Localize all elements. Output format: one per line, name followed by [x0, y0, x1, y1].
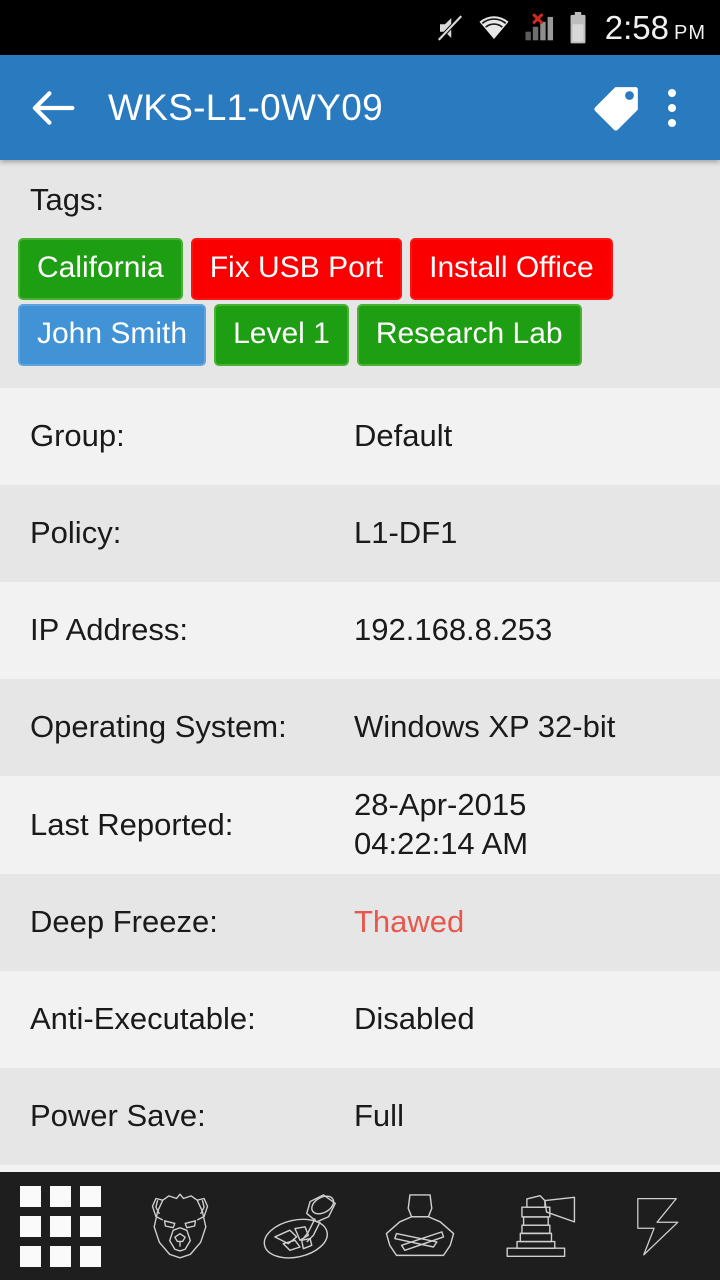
detail-label: IP Address:: [30, 612, 188, 648]
detail-row-deep-freeze[interactable]: Deep Freeze: Thawed: [0, 874, 720, 971]
wifi-icon: [478, 15, 510, 41]
detail-value: Full: [354, 1098, 404, 1134]
device-screen: 2:58 PM WKS-L1-0WY09 Tags: California Fi…: [0, 0, 720, 1280]
tag-chip[interactable]: Research Lab: [356, 304, 582, 366]
tag-chip[interactable]: Fix USB Port: [190, 238, 403, 300]
nav-apps-grid-button[interactable]: [0, 1172, 120, 1280]
tag-list: California Fix USB Port Install Office J…: [0, 238, 720, 366]
tag-chip[interactable]: Install Office: [410, 238, 613, 300]
detail-list: Group: Default Policy: L1-DF1 IP Address…: [0, 388, 720, 1165]
tag-chip[interactable]: California: [18, 238, 183, 300]
page-title: WKS-L1-0WY09: [108, 86, 384, 128]
tag-row: John Smith Level 1 Research Lab: [0, 304, 720, 366]
detail-label: Anti-Executable:: [30, 1001, 256, 1037]
mute-icon: [435, 13, 465, 43]
nav-core-button[interactable]: [120, 1172, 240, 1280]
tags-section: Tags: California Fix USB Port Install Of…: [0, 160, 720, 388]
overflow-dot-3: [668, 118, 676, 127]
detail-row-policy[interactable]: Policy: L1-DF1: [0, 485, 720, 582]
app-bar: WKS-L1-0WY09: [0, 55, 720, 160]
insight-lighthouse-icon: [506, 1194, 576, 1258]
detail-label: Deep Freeze:: [30, 904, 218, 940]
detail-label: Group:: [30, 418, 125, 454]
tag-button[interactable]: [586, 77, 648, 139]
nav-anti-executable-button[interactable]: [360, 1172, 480, 1280]
battery-icon: [568, 11, 588, 44]
back-arrow-icon: [32, 90, 75, 125]
tag-chip[interactable]: John Smith: [18, 304, 207, 366]
detail-row-ip-address[interactable]: IP Address: 192.168.8.253: [0, 582, 720, 679]
detail-value: Windows XP 32-bit: [354, 709, 616, 745]
status-bar-clock: 2:58 PM: [605, 9, 706, 47]
anti-executable-person-icon: [385, 1194, 455, 1257]
detail-value: 28-Apr-2015 04:22:14 AM: [354, 787, 529, 861]
nav-power-save-button[interactable]: [600, 1172, 720, 1280]
detail-label: Operating System:: [30, 709, 287, 745]
detail-value: L1-DF1: [354, 515, 458, 551]
detail-value: Default: [354, 418, 453, 454]
tags-label: Tags:: [30, 182, 105, 217]
bear-face-icon: [151, 1193, 209, 1259]
deep-freeze-plunger-icon: [263, 1194, 336, 1259]
overflow-dot-1: [668, 88, 676, 97]
cellular-no-service-icon: [523, 13, 555, 43]
tag-chip[interactable]: Level 1: [214, 304, 349, 366]
detail-row-group[interactable]: Group: Default: [0, 388, 720, 485]
clock-time: 2:58: [604, 8, 669, 46]
status-bar: 2:58 PM: [0, 0, 720, 55]
detail-value: Disabled: [354, 1001, 475, 1037]
nav-deep-freeze-button[interactable]: [240, 1172, 360, 1280]
tag-icon: [594, 86, 638, 131]
detail-label: Policy:: [30, 515, 122, 551]
bottom-navigation-bar: [0, 1172, 720, 1280]
detail-row-operating-system[interactable]: Operating System: Windows XP 32-bit: [0, 679, 720, 776]
overflow-menu-button[interactable]: [648, 77, 696, 139]
nav-insight-button[interactable]: [480, 1172, 600, 1280]
overflow-dot-2: [668, 103, 676, 112]
detail-label: Last Reported:: [30, 806, 234, 842]
clock-meridiem: PM: [674, 21, 706, 44]
deep-freeze-status-badge: Thawed: [354, 904, 465, 940]
detail-row-anti-executable[interactable]: Anti-Executable: Disabled: [0, 971, 720, 1068]
apps-grid-icon: [19, 1185, 101, 1267]
detail-row-last-reported[interactable]: Last Reported: 28-Apr-2015 04:22:14 AM: [0, 776, 720, 874]
detail-label: Power Save:: [30, 1098, 206, 1134]
back-button[interactable]: [24, 78, 84, 138]
power-save-bolt-icon: [637, 1197, 679, 1256]
detail-row-power-save[interactable]: Power Save: Full: [0, 1068, 720, 1165]
tag-row: California Fix USB Port Install Office: [0, 238, 720, 300]
detail-value: 192.168.8.253: [354, 612, 553, 648]
